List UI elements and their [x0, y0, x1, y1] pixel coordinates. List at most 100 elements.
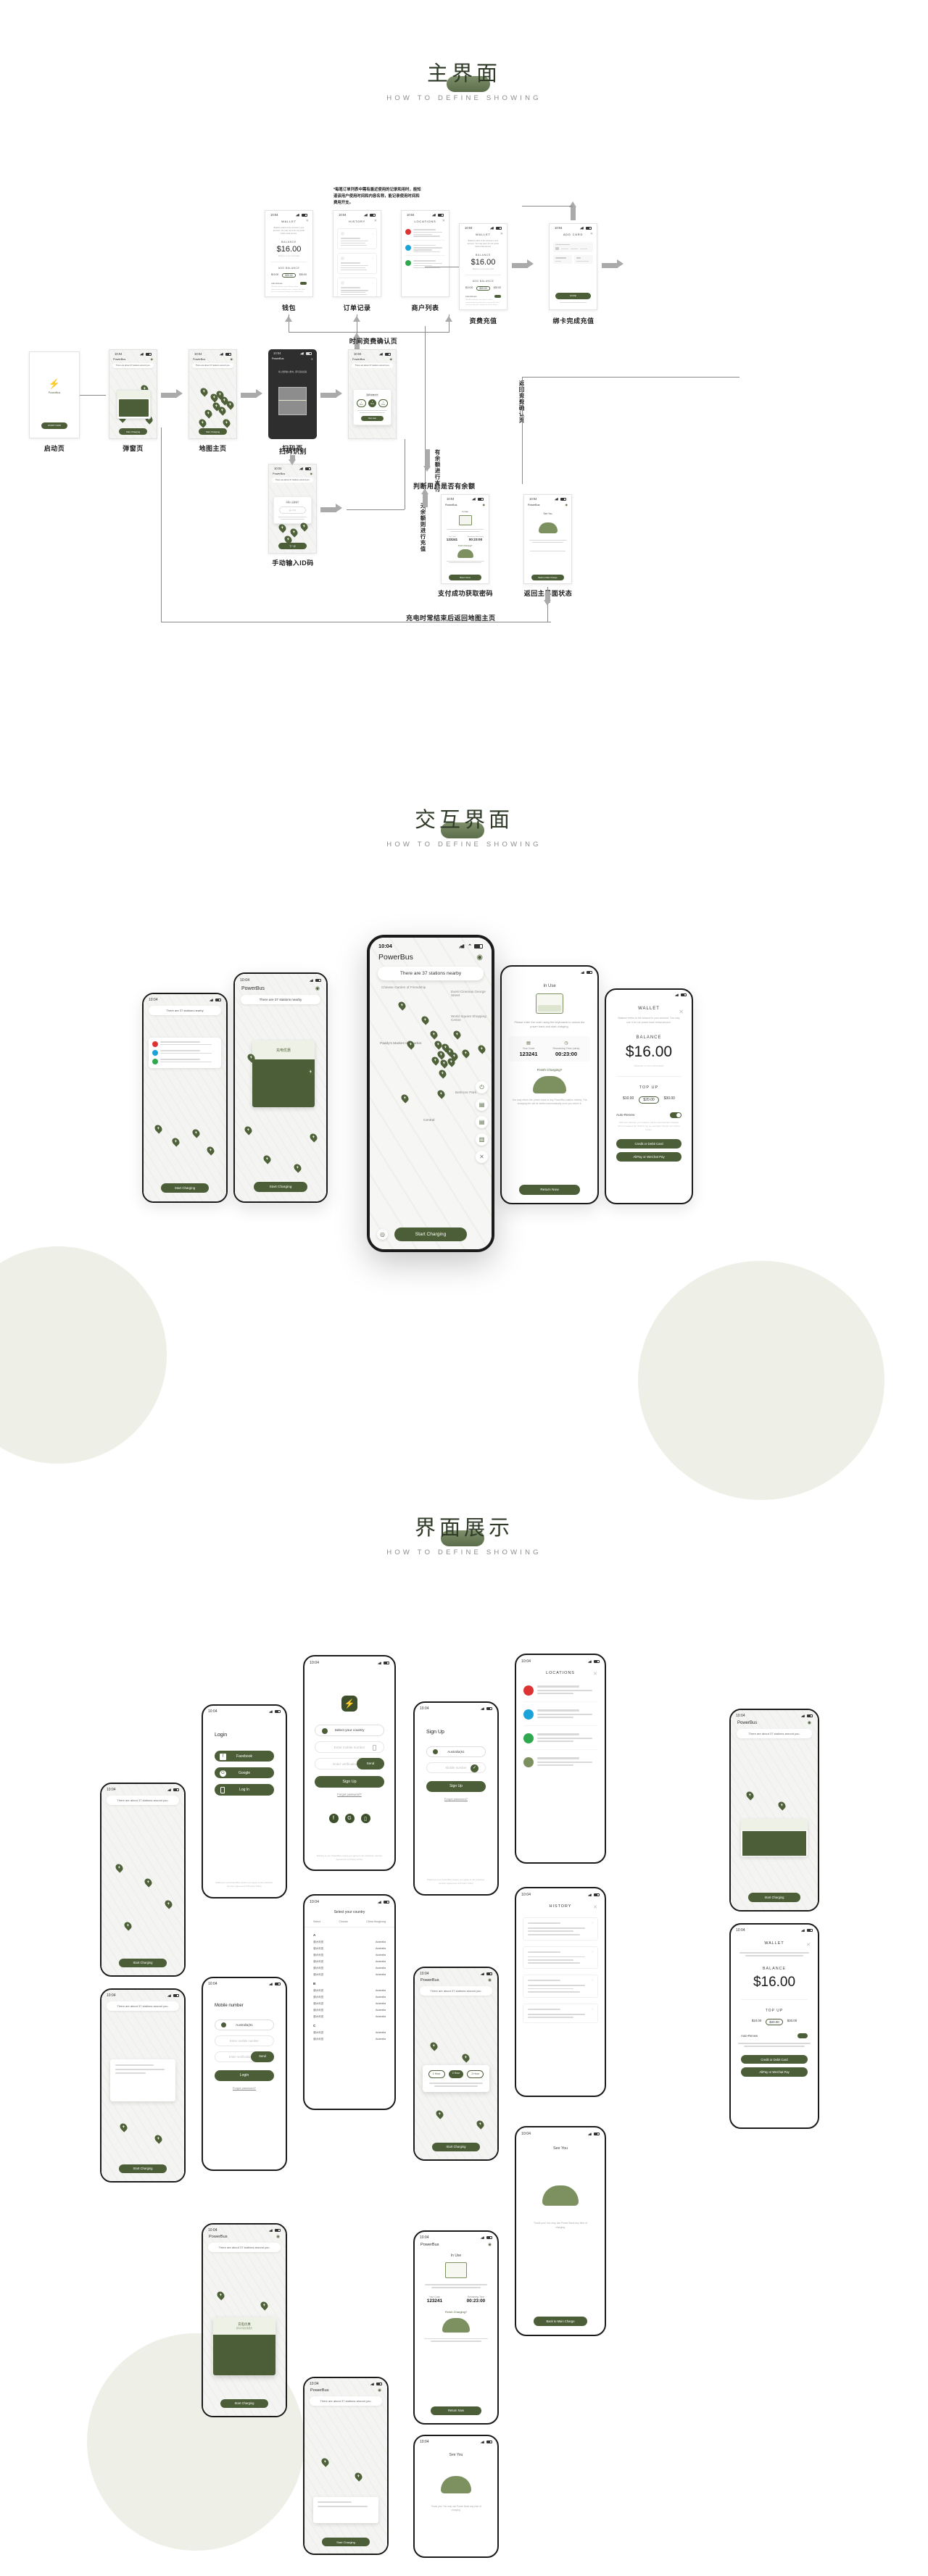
search-bar[interactable]: There are about 37 stations around you.: [107, 1796, 179, 1805]
gallery-phone-map-bottom[interactable]: 10:04 PowerBus ◉ There are about 37 stat…: [303, 2377, 389, 2555]
cvv-field[interactable]: [574, 255, 593, 264]
credit-card-button[interactable]: Credit or Debit Card: [741, 2054, 808, 2064]
back-main-button[interactable]: Back to Main Charge: [534, 2317, 587, 2326]
phone-icon[interactable]: ▯: [360, 1814, 370, 1823]
headset-icon[interactable]: ◉: [315, 985, 320, 991]
country-tabs[interactable]: Select Choose China Hongkong: [304, 1914, 394, 1927]
flow-screen-recharge[interactable]: 10:04 WALLET ✕ Balance refers to the amo…: [459, 223, 508, 310]
expiry-field[interactable]: [553, 255, 572, 264]
search-bar[interactable]: There are 37 stations nearby: [241, 995, 320, 1004]
country-item[interactable]: 澳大利亚 Australia: [313, 2036, 386, 2043]
headset-icon[interactable]: ◉: [488, 1978, 492, 1983]
country-item[interactable]: 澳大利亚 Australia: [313, 2007, 386, 2014]
start-charging-button[interactable]: Start Charging: [199, 428, 227, 435]
close-icon[interactable]: ✕: [442, 219, 445, 223]
search-bar[interactable]: There are about 37 stations around you.: [310, 2396, 382, 2406]
flow-screen-inuse[interactable]: 10:04 PowerBus ◉ In Use Your Code 123241…: [441, 494, 489, 584]
done-button[interactable]: DONE: [555, 292, 591, 299]
headset-icon[interactable]: ◉: [566, 503, 568, 507]
duration-option[interactable]: 3 Hour: [467, 2070, 484, 2078]
gallery-phone-mobile-number[interactable]: 10:04 Mobile number Australia(61 Enter m…: [202, 1977, 287, 2171]
close-icon[interactable]: ✕: [593, 1671, 597, 1677]
amount-option-selected[interactable]: $20.00: [639, 1096, 659, 1104]
forgot-password-link[interactable]: Forgot password?: [203, 2086, 286, 2090]
duration-option[interactable]: 3 Hour: [378, 399, 389, 408]
interactive-phone-locations-far[interactable]: 10:04 There are 37 stations nearby Start…: [142, 993, 228, 1203]
power-icon[interactable]: ⏻: [476, 1081, 488, 1093]
close-icon[interactable]: ✕: [500, 232, 503, 236]
google-icon[interactable]: G: [344, 1814, 355, 1823]
send-code-button[interactable]: Send: [357, 1758, 384, 1770]
verification-row[interactable]: Enter verification code Send: [315, 1758, 384, 1770]
info-card[interactable]: [313, 2497, 378, 2523]
gallery-phone-login[interactable]: 10:04 Login f Facebook G Google Log In S…: [202, 1704, 287, 1898]
social-row[interactable]: f G ▯: [304, 1814, 394, 1823]
promo-popup[interactable]: 充电优惠 即刻享受优惠服务: [213, 2317, 276, 2375]
headset-icon[interactable]: ◉: [483, 503, 486, 507]
start-charging-button[interactable]: Start Charging: [394, 1227, 467, 1241]
country-item[interactable]: 澳大利亚 Australia: [313, 1959, 386, 1965]
country-item[interactable]: 澳大利亚 Australia: [313, 2014, 386, 2020]
country-item[interactable]: 澳大利亚 Australia: [313, 1972, 386, 1978]
headset-icon[interactable]: ◉: [276, 2235, 280, 2239]
amount-option[interactable]: $10.00: [752, 2019, 761, 2025]
amount-option[interactable]: $30.00: [664, 1096, 675, 1104]
amount-options[interactable]: $10.00 $20.00 $30.00: [265, 272, 312, 278]
gallery-phone-locations[interactable]: 10:04 LOCATIONS ✕: [515, 1654, 606, 1864]
start-charging-button[interactable]: Start Charging: [161, 1183, 209, 1193]
country-item[interactable]: 澳大利亚 Australia: [313, 2030, 386, 2036]
return-now-button[interactable]: Return Now: [431, 2406, 481, 2415]
flow-screen-manual[interactable]: 10:04 PowerBus ◉ There are about 37 stat…: [268, 464, 317, 554]
amount-option[interactable]: $10.00: [465, 286, 473, 291]
history-card[interactable]: ›: [337, 278, 377, 296]
start-charging-button[interactable]: Start Charging: [432, 2142, 480, 2151]
locations-panel[interactable]: [149, 1038, 221, 1068]
country-field[interactable]: Australia(61: [426, 1746, 486, 1757]
verification-row[interactable]: Enter verification code Send: [215, 2051, 274, 2062]
mobile-field[interactable]: Mobile number ✓: [426, 1762, 486, 1773]
flow-screen-history[interactable]: 10:04 HISTORY ✕ › › ›: [333, 210, 381, 297]
gallery-phone-duration[interactable]: 10:04 PowerBus ◉ There are about 37 stat…: [413, 1967, 499, 2161]
headset-icon[interactable]: ◉: [476, 954, 483, 962]
interactive-phone-map-left[interactable]: 10:04 PowerBus ◉ There are 37 stations n…: [233, 972, 328, 1203]
history-card[interactable]: ›: [337, 228, 377, 250]
manual-id-sheet[interactable]: 请输入设备编号 输入ID码: [273, 496, 312, 524]
close-icon[interactable]: ✕: [374, 219, 377, 223]
send-code-button[interactable]: Send: [251, 2051, 274, 2062]
location-row[interactable]: [523, 1685, 597, 1702]
duration-option-selected[interactable]: 2 Hour: [368, 399, 377, 408]
flow-screen-locations[interactable]: 10:04 LOCATIONS ✕: [401, 210, 450, 297]
interactive-phone-inuse[interactable]: In Use Please enter the code using the k…: [500, 965, 599, 1204]
duration-option[interactable]: 1 Hour: [428, 2070, 445, 2078]
flow-screen-popup[interactable]: 10:04 PowerBus ◉ There are about 37 stat…: [109, 349, 157, 439]
gallery-phone-map-far-left[interactable]: 10:04 There are about 37 stations around…: [100, 1783, 186, 1977]
flow-screen-addcard[interactable]: 10:04 ADD CARD ✕ DONE: [549, 223, 597, 310]
signup-button[interactable]: Sign Up: [426, 1781, 486, 1792]
login-button[interactable]: Login: [215, 2070, 274, 2081]
search-bar[interactable]: There are 37 stations nearby: [378, 967, 484, 980]
headset-icon[interactable]: ◉: [231, 357, 233, 361]
country-item[interactable]: 澳大利亚 Australia: [313, 2001, 386, 2007]
start-now-button[interactable]: START NOW: [41, 422, 67, 429]
flow-screen-seeyou[interactable]: 10:04 PowerBus ◉ See You Back to Main Ch…: [523, 494, 572, 584]
gallery-phone-inuse[interactable]: 10:04 PowerBus ◉ In Use Your Code 123241…: [413, 2230, 499, 2425]
location-row[interactable]: [523, 1733, 597, 1750]
search-bar[interactable]: There are about 37 stations around you.: [112, 363, 154, 368]
flow-screen-map[interactable]: 10:04 PowerBus ◉ There are about 37 stat…: [188, 349, 237, 439]
history-card[interactable]: ›: [523, 1975, 598, 1998]
promo-card[interactable]: [741, 1819, 808, 1856]
phone-login-button[interactable]: Log In: [215, 1784, 274, 1796]
auto-renew-toggle[interactable]: [798, 2033, 808, 2039]
gallery-phone-wallet[interactable]: 10:04 WALLET ✕ BALANCE $16.00 TOP UP $10…: [729, 1923, 819, 2129]
headset-icon[interactable]: ◉: [310, 472, 313, 475]
duration-option[interactable]: 1 Hour: [356, 399, 366, 408]
headset-icon[interactable]: ◉: [378, 2388, 381, 2393]
tab[interactable]: China Hongkong: [366, 1920, 386, 1923]
map-canvas[interactable]: [731, 1710, 818, 1910]
credit-card-button[interactable]: Credit or Debit Card: [616, 1139, 682, 1149]
history-card[interactable]: ›: [523, 1946, 598, 1969]
amount-option-selected[interactable]: $20.00: [476, 285, 490, 291]
amount-option[interactable]: $30.00: [299, 273, 307, 278]
amount-option[interactable]: $30.00: [494, 286, 501, 291]
country-item[interactable]: 澳大利亚 Australia: [313, 1952, 386, 1959]
